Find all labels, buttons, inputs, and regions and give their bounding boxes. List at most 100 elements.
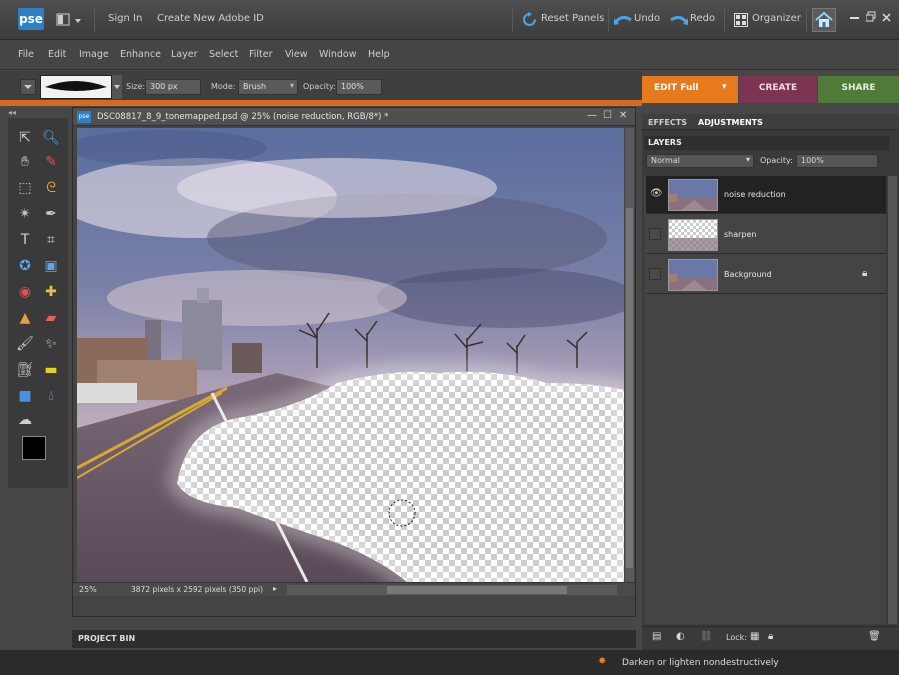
lock-transparency-icon[interactable]: ▦: [750, 631, 759, 642]
visibility-toggle[interactable]: [649, 268, 661, 280]
magic-wand-tool-icon[interactable]: ✴: [14, 204, 36, 224]
zoom-level[interactable]: 25%: [79, 585, 97, 594]
menu-edit[interactable]: Edit: [48, 49, 66, 60]
layer-opacity-field[interactable]: 100%: [796, 154, 878, 168]
tab-share[interactable]: SHARE: [818, 76, 899, 103]
tab-create[interactable]: CREATE: [739, 76, 817, 103]
horizontal-scrollbar[interactable]: [287, 585, 617, 595]
mode-select[interactable]: Brush ▾: [238, 79, 298, 95]
lasso-tool-icon[interactable]: ᘓ: [40, 178, 62, 198]
layers-list: 👁︎ noise reduction sharpen Background 🔒︎: [644, 176, 886, 624]
foreground-color-swatch[interactable]: [22, 436, 46, 460]
menu-layer[interactable]: Layer: [171, 49, 198, 60]
doc-minimize-icon[interactable]: —: [587, 110, 597, 121]
status-bar: ✸ Darken or lighten nondestructively: [0, 650, 899, 675]
marquee-tool-icon[interactable]: ⬚: [14, 178, 36, 198]
layer-opacity-value: 100%: [801, 156, 824, 165]
layers-scrollbar[interactable]: [888, 176, 897, 624]
vertical-scrollbar[interactable]: [625, 128, 634, 582]
workspace-icon: [56, 13, 81, 26]
close-window-button[interactable]: [882, 10, 892, 24]
crop-tool-icon[interactable]: ⌗: [40, 230, 62, 250]
eye-visibility-icon[interactable]: 👁︎: [650, 188, 663, 199]
menu-image[interactable]: Image: [79, 49, 109, 60]
brush-tool-icon[interactable]: 🖌︎: [14, 334, 36, 354]
workspace-switcher-button[interactable]: [56, 12, 84, 28]
document-dimensions: 3872 pixels x 2592 pixels (350 ppi): [131, 585, 264, 594]
menu-filter[interactable]: Filter: [249, 49, 273, 60]
tab-effects[interactable]: EFFECTS: [648, 118, 687, 127]
gradient-tool-icon[interactable]: ▬: [40, 360, 62, 380]
undo-icon: [614, 15, 632, 25]
link-layers-icon[interactable]: ⛓︎: [700, 631, 713, 642]
sign-in-link[interactable]: Sign In: [108, 13, 142, 24]
home-button[interactable]: [812, 8, 836, 32]
zoom-tool-icon[interactable]: 🔍︎: [40, 128, 62, 148]
eyedropper-tool-icon[interactable]: ✎: [40, 152, 62, 172]
menu-select[interactable]: Select: [209, 49, 238, 60]
reset-panels-button[interactable]: Reset Panels: [522, 10, 604, 30]
opacity-value: 100%: [341, 82, 364, 91]
healing-brush-tool-icon[interactable]: ✚: [40, 282, 62, 302]
restore-window-button[interactable]: [865, 10, 876, 24]
layer-name: noise reduction: [724, 190, 786, 199]
brush-preview[interactable]: [40, 75, 112, 99]
adjustment-layer-icon[interactable]: ◐: [676, 631, 685, 642]
type-tool-icon[interactable]: T: [14, 230, 36, 250]
opacity-field[interactable]: 100%: [336, 79, 382, 95]
brush-picker-dropdown[interactable]: [112, 75, 122, 99]
scroll-thumb[interactable]: [626, 208, 633, 568]
blend-mode-select[interactable]: Normal ▾: [646, 154, 754, 168]
image-canvas[interactable]: [77, 128, 624, 582]
shape-tool-icon[interactable]: ■: [14, 386, 36, 406]
chevron-down-icon: [114, 85, 120, 89]
menu-enhance[interactable]: Enhance: [120, 49, 161, 60]
size-field[interactable]: 300 px: [145, 79, 201, 95]
layer-row-sharpen[interactable]: sharpen: [646, 216, 886, 254]
document-title-bar: pse DSC08817_8_9_tonemapped.psd @ 25% (n…: [73, 108, 635, 126]
home-icon: [815, 11, 833, 27]
layer-thumbnail: [668, 259, 718, 291]
status-menu-arrow-icon[interactable]: ▸: [273, 584, 277, 593]
organizer-button[interactable]: Organizer: [734, 10, 801, 30]
clone-stamp-tool-icon[interactable]: ▲: [14, 308, 36, 328]
toolbox: ◂◂ ⇱ 🔍︎ ✋︎ ✎ ⬚ ᘓ ✴ ✒ T ⌗ ✪ ▣ ◉ ✚ ▲ ▰ 🖌︎ …: [8, 108, 68, 488]
chevron-down-icon: [24, 85, 32, 89]
menu-help[interactable]: Help: [368, 49, 390, 60]
move-tool-icon[interactable]: ⇱: [14, 128, 36, 148]
doc-maximize-icon[interactable]: ☐: [603, 110, 612, 121]
hand-tool-icon[interactable]: ✋︎: [14, 152, 36, 172]
undo-button[interactable]: Undo: [614, 10, 662, 30]
close-icon: [882, 13, 891, 22]
redo-button[interactable]: Redo: [670, 10, 718, 30]
collapse-toolbox-icon[interactable]: ◂◂: [8, 108, 16, 117]
new-layer-icon[interactable]: ▤: [652, 631, 661, 642]
create-adobe-id-link[interactable]: Create New Adobe ID: [157, 13, 264, 24]
layer-row-background[interactable]: Background 🔒︎: [646, 256, 886, 294]
red-eye-tool-icon[interactable]: ◉: [14, 282, 36, 302]
menu-view[interactable]: View: [285, 49, 308, 60]
mode-value: Brush: [243, 82, 267, 91]
doc-close-icon[interactable]: ✕: [619, 110, 627, 121]
smart-brush-tool-icon[interactable]: ✨︎: [40, 334, 62, 354]
menu-file[interactable]: File: [18, 49, 34, 60]
tab-edit-full[interactable]: EDIT Full ▾: [642, 76, 738, 103]
paint-bucket-tool-icon[interactable]: ⛽︎: [14, 360, 36, 380]
trash-icon[interactable]: 🗑︎: [868, 631, 881, 642]
cookie-cutter-tool-icon[interactable]: ✪: [14, 256, 36, 276]
recompose-tool-icon[interactable]: ▣: [40, 256, 62, 276]
layer-row-noise-reduction[interactable]: 👁︎ noise reduction: [646, 176, 886, 214]
tab-adjustments[interactable]: ADJUSTMENTS: [698, 118, 763, 127]
eraser-tool-icon[interactable]: ▰: [40, 308, 62, 328]
project-bin-title: PROJECT BIN: [78, 634, 136, 643]
blur-tool-icon[interactable]: 💧︎: [40, 386, 62, 406]
project-bin[interactable]: PROJECT BIN: [72, 630, 636, 648]
minimize-window-button[interactable]: [850, 10, 860, 24]
tool-preset-picker[interactable]: [20, 79, 36, 95]
lock-all-icon[interactable]: 🔒︎: [768, 631, 773, 642]
scroll-thumb[interactable]: [387, 586, 567, 594]
visibility-toggle[interactable]: [649, 228, 661, 240]
menu-window[interactable]: Window: [319, 49, 356, 60]
quick-selection-tool-icon[interactable]: ✒: [40, 204, 62, 224]
sponge-tool-icon[interactable]: ☁: [14, 410, 36, 430]
